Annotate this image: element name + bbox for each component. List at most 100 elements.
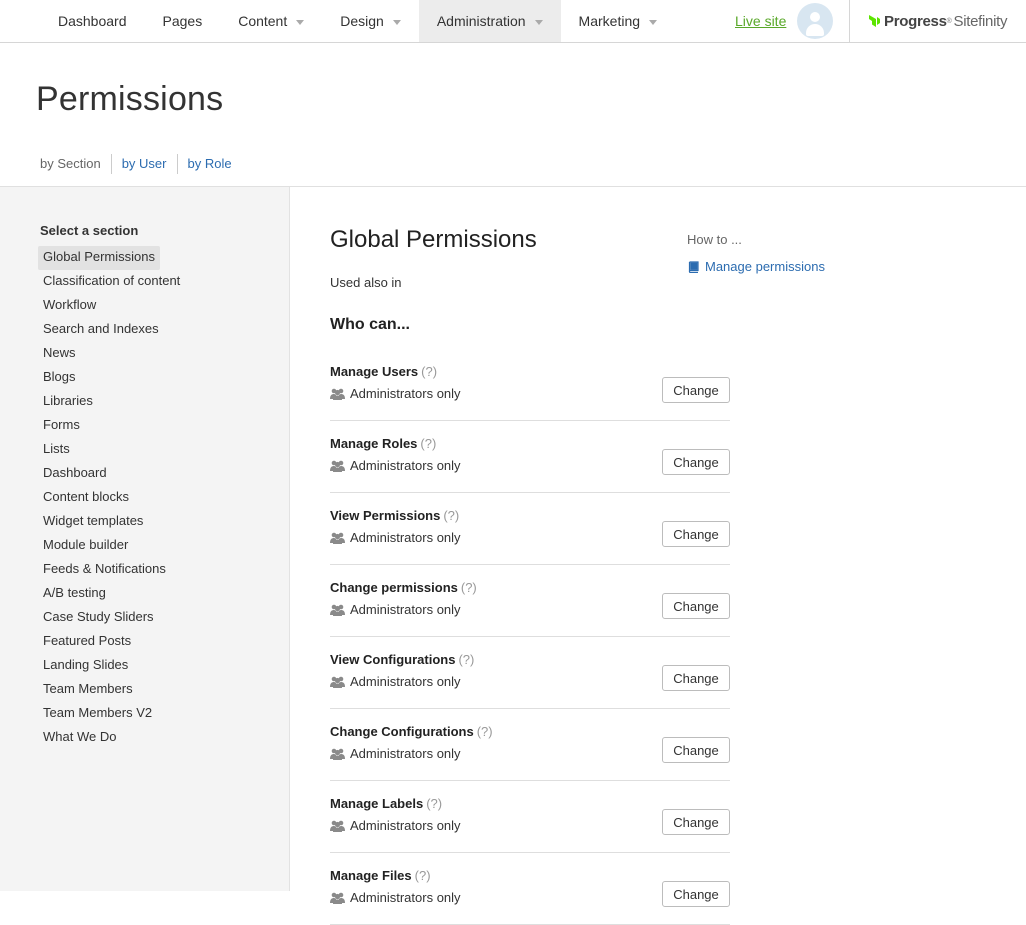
brand-sitefinity: Sitefinity — [953, 12, 1008, 30]
permission-name-label: Change Configurations — [330, 724, 474, 739]
sidebar-item-a-b-testing[interactable]: A/B testing — [38, 582, 111, 606]
who-can-heading: Who can... — [330, 316, 410, 333]
permission-assignees: Administrators only — [330, 674, 461, 689]
live-site-link[interactable]: Live site — [735, 13, 786, 29]
section-title: Global Permissions — [330, 226, 537, 253]
users-group-icon — [330, 604, 345, 616]
help-icon[interactable]: (?) — [461, 580, 477, 595]
assignees-label: Administrators only — [350, 890, 461, 905]
sidebar-item-content-blocks[interactable]: Content blocks — [38, 486, 134, 510]
subnav-by-role[interactable]: by Role — [176, 154, 242, 174]
sidebar-item-lists[interactable]: Lists — [38, 438, 75, 462]
help-icon[interactable]: (?) — [415, 868, 431, 883]
permission-assignees: Administrators only — [330, 746, 461, 761]
sidebar-item-what-we-do[interactable]: What We Do — [38, 726, 121, 750]
assignees-label: Administrators only — [350, 746, 461, 761]
permission-name: Manage Users (?) — [330, 364, 437, 379]
permission-row-manage-users: Manage Users (?) Administrators only Change — [330, 349, 730, 421]
manage-permissions-link[interactable]: Manage permissions — [687, 259, 825, 274]
permission-assignees: Administrators only — [330, 386, 461, 401]
nav-item-design[interactable]: Design — [322, 0, 419, 42]
help-icon[interactable]: (?) — [458, 652, 474, 667]
sidebar-item-team-members-v2[interactable]: Team Members V2 — [38, 702, 157, 726]
help-icon[interactable]: (?) — [426, 796, 442, 811]
assignees-label: Administrators only — [350, 674, 461, 689]
nav-item-label: Administration — [436, 13, 526, 29]
assignees-label: Administrators only — [350, 818, 461, 833]
assignees-label: Administrators only — [350, 602, 461, 617]
users-group-icon — [330, 532, 345, 544]
change-button[interactable]: Change — [662, 593, 730, 619]
permission-row-manage-labels: Manage Labels (?) Administrators only Chang… — [330, 781, 730, 853]
permission-name-label: Manage Roles — [330, 436, 418, 451]
permission-name-label: Manage Users — [330, 364, 419, 379]
sidebar-item-case-study-sliders[interactable]: Case Study Sliders — [38, 606, 159, 630]
assignees-label: Administrators only — [350, 386, 461, 401]
sidebar-item-global-permissions[interactable]: Global Permissions — [38, 246, 160, 270]
change-button[interactable]: Change — [662, 665, 730, 691]
progress-logo-icon — [869, 15, 880, 27]
nav-item-label: Pages — [162, 13, 203, 29]
section-sidebar: Select a section Global Permissions Class… — [0, 187, 290, 891]
sidebar-item-featured-posts[interactable]: Featured Posts — [38, 630, 136, 654]
permission-assignees: Administrators only — [330, 458, 461, 473]
nav-item-label: Dashboard — [58, 13, 127, 29]
subnav-by-user[interactable]: by User — [110, 154, 177, 174]
users-group-icon — [330, 748, 345, 760]
sidebar-item-widget-templates[interactable]: Widget templates — [38, 510, 148, 534]
permission-assignees: Administrators only — [330, 530, 461, 545]
change-button[interactable]: Change — [662, 521, 730, 547]
change-button[interactable]: Change — [662, 809, 730, 835]
sidebar-item-feeds-and-notifications[interactable]: Feeds & Notifications — [38, 558, 171, 582]
permission-assignees: Administrators only — [330, 602, 461, 617]
how-to-label: How to ... — [687, 232, 742, 247]
sidebar-item-forms[interactable]: Forms — [38, 414, 85, 438]
sidebar-item-blogs[interactable]: Blogs — [38, 366, 81, 390]
permission-name: Manage Roles (?) — [330, 436, 436, 451]
help-icon[interactable]: (?) — [421, 364, 437, 379]
sidebar-item-team-members[interactable]: Team Members — [38, 678, 138, 702]
sidebar-item-libraries[interactable]: Libraries — [38, 390, 98, 414]
sidebar-item-landing-slides[interactable]: Landing Slides — [38, 654, 133, 678]
permission-row-change-configurations: Change Configurations (?) Administrators o… — [330, 709, 730, 781]
help-icon[interactable]: (?) — [477, 724, 493, 739]
users-group-icon — [330, 892, 345, 904]
how-to-panel: How to ... Manage permissions — [687, 232, 825, 274]
nav-item-administration[interactable]: Administration — [418, 0, 561, 42]
sidebar-item-news[interactable]: News — [38, 342, 81, 366]
brand-logo: Progress ® Sitefinity — [866, 11, 1008, 31]
users-group-icon — [330, 676, 345, 688]
page-title: Permissions — [36, 80, 224, 118]
permission-name-label: View Permissions — [330, 508, 441, 523]
users-group-icon — [330, 388, 345, 400]
nav-item-label: Content — [238, 13, 288, 29]
sidebar-item-workflow[interactable]: Workflow — [38, 294, 101, 318]
sidebar-item-module-builder[interactable]: Module builder — [38, 534, 133, 558]
sidebar-item-dashboard[interactable]: Dashboard — [38, 462, 112, 486]
change-button[interactable]: Change — [662, 377, 730, 403]
permission-row-manage-roles: Manage Roles (?) Administrators only Change — [330, 421, 730, 493]
used-also-in: Used also in — [330, 275, 402, 290]
user-avatar[interactable] — [797, 3, 833, 39]
help-icon[interactable]: (?) — [420, 436, 436, 451]
help-icon[interactable]: (?) — [443, 508, 459, 523]
permission-name-label: Manage Files — [330, 868, 412, 883]
sidebar-item-search-and-indexes[interactable]: Search and Indexes — [38, 318, 164, 342]
change-button[interactable]: Change — [662, 737, 730, 763]
permission-row-manage-files: Manage Files (?) Administrators only Change — [330, 853, 730, 925]
permissions-list: Manage Users (?) Administrators only Change… — [330, 349, 730, 925]
permission-name: View Permissions (?) — [330, 508, 459, 523]
book-icon — [688, 260, 699, 273]
permission-name: View Configurations (?) — [330, 652, 474, 667]
permission-row-view-configurations: View Configurations (?) Administrators onl… — [330, 637, 730, 709]
change-button[interactable]: Change — [662, 881, 730, 907]
nav-item-content[interactable]: Content — [220, 0, 322, 42]
users-group-icon — [330, 820, 345, 832]
change-button[interactable]: Change — [662, 449, 730, 475]
manage-permissions-label: Manage permissions — [705, 259, 825, 274]
nav-item-marketing[interactable]: Marketing — [561, 0, 675, 42]
nav-item-pages[interactable]: Pages — [145, 0, 221, 42]
nav-item-dashboard[interactable]: Dashboard — [40, 0, 145, 42]
permission-assignees: Administrators only — [330, 818, 461, 833]
sidebar-item-classification-of-content[interactable]: Classification of content — [38, 270, 185, 294]
